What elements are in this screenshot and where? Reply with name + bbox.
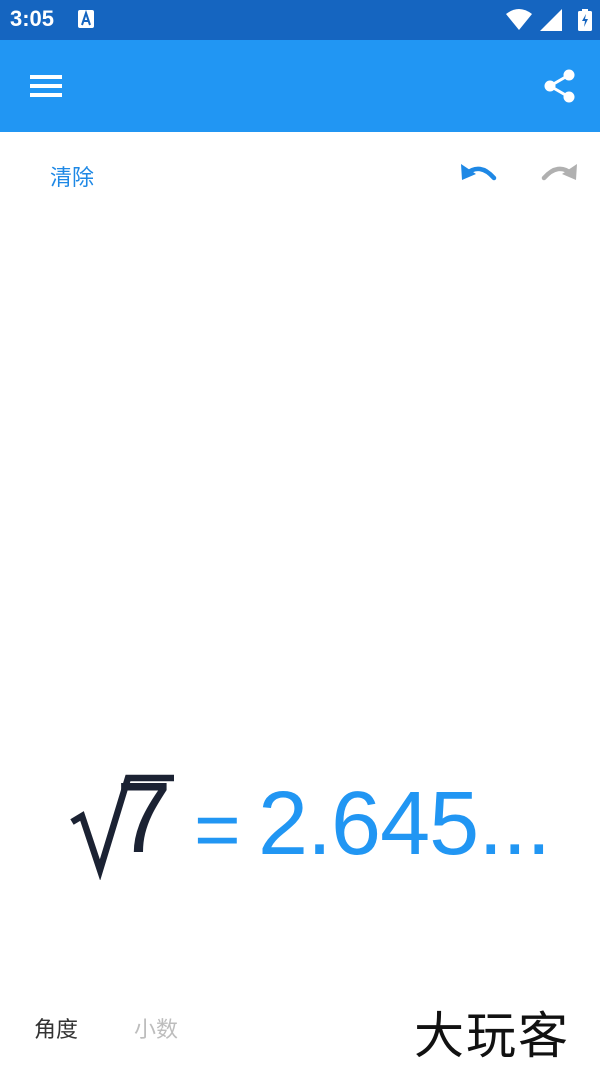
expression-display: 7 = 2.645...: [70, 762, 551, 880]
status-bar: 3:05: [0, 0, 600, 40]
equals-sign: =: [194, 785, 241, 874]
app-bar: [0, 40, 600, 132]
share-icon: [544, 69, 575, 103]
wifi-icon: [506, 9, 532, 30]
menu-button[interactable]: [24, 68, 68, 104]
radicand: 7: [116, 762, 172, 874]
clear-button[interactable]: 清除: [50, 160, 94, 192]
redo-icon: [541, 164, 577, 181]
angle-mode-button[interactable]: 角度: [34, 1012, 78, 1044]
notification-a-icon: [78, 10, 94, 28]
result-value[interactable]: 2.645...: [258, 774, 551, 874]
redo-button[interactable]: [538, 158, 580, 190]
share-button[interactable]: [540, 66, 580, 106]
decimal-mode-button[interactable]: 小数: [134, 1012, 178, 1044]
status-time: 3:05: [10, 6, 55, 31]
undo-button[interactable]: [458, 158, 500, 190]
watermark: 大玩客: [414, 1007, 570, 1065]
battery-charging-icon: [578, 9, 592, 31]
menu-icon: [30, 75, 62, 97]
undo-icon: [461, 164, 497, 181]
cellular-signal-icon: [540, 9, 562, 31]
bottom-bar: 角度 小数 大玩客: [0, 1000, 600, 1066]
edit-toolbar: 清除: [0, 132, 600, 216]
